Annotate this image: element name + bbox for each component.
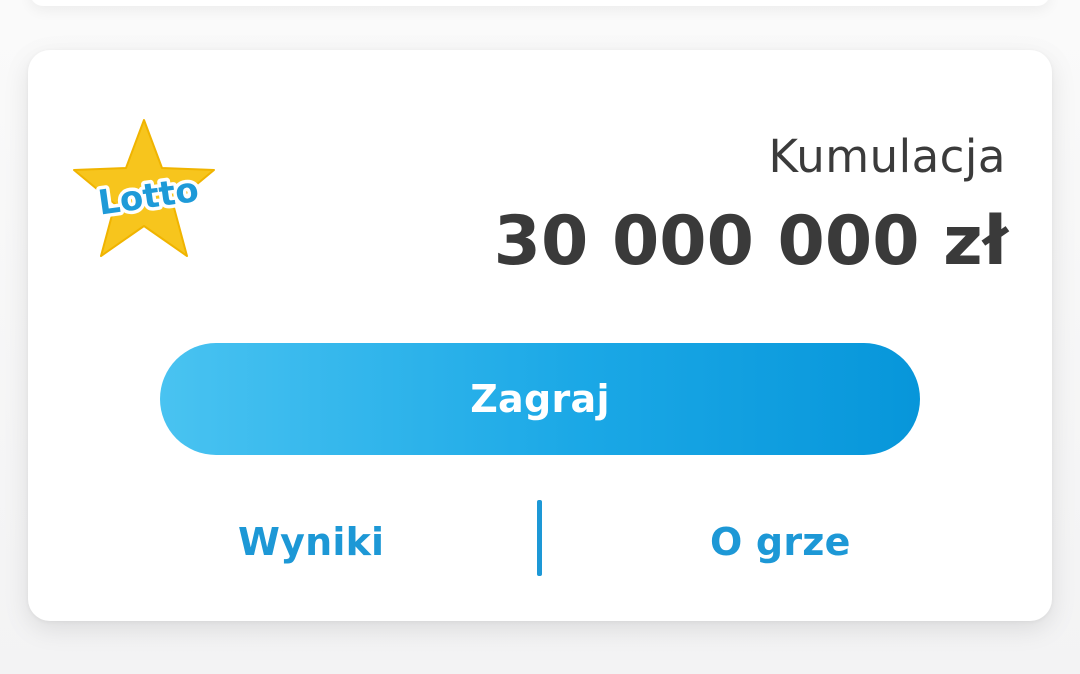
play-button[interactable]: Zagraj bbox=[160, 343, 920, 455]
lotto-star-logo: Lotto bbox=[73, 119, 215, 257]
screen: Lotto Kumulacja 30 000 000 zł Zagraj Wyn… bbox=[0, 0, 1080, 674]
lotto-game-card[interactable]: Lotto Kumulacja 30 000 000 zł Zagraj Wyn… bbox=[28, 50, 1052, 621]
links-divider bbox=[537, 500, 542, 576]
results-link[interactable]: Wyniki bbox=[238, 520, 384, 564]
jackpot-amount: 30 000 000 zł bbox=[493, 202, 1008, 281]
play-button-label: Zagraj bbox=[470, 377, 610, 421]
jackpot-label: Kumulacja bbox=[768, 130, 1006, 183]
previous-card-edge bbox=[30, 0, 1050, 6]
card-links: Wyniki O grze bbox=[28, 498, 1052, 578]
about-game-link[interactable]: O grze bbox=[710, 520, 851, 564]
